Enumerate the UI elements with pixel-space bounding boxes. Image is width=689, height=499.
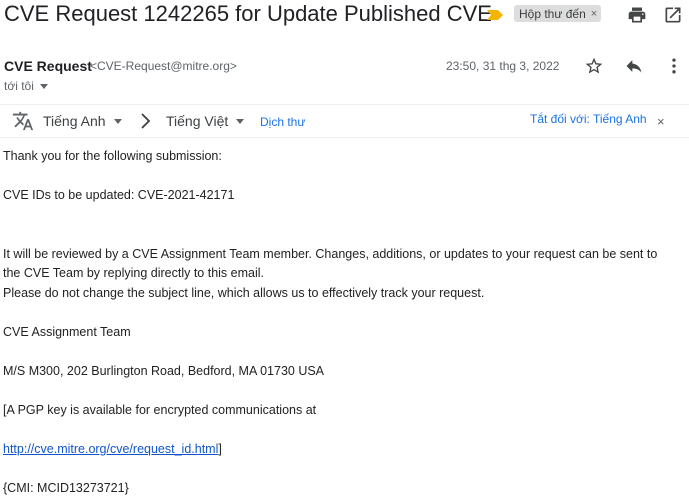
body-text-line: [A PGP key is available for encrypted co…: [3, 403, 317, 417]
remove-label-button[interactable]: ×: [591, 8, 597, 20]
divider: [0, 104, 689, 105]
recipient-details-toggle[interactable]: tới tôi: [4, 79, 48, 93]
close-translate-bar-button[interactable]: ×: [657, 114, 665, 129]
sender-name[interactable]: CVE Request: [4, 58, 92, 74]
importance-marker-icon[interactable]: [487, 10, 503, 20]
print-button[interactable]: [626, 4, 648, 26]
star-button[interactable]: [583, 55, 605, 77]
link-suffix: ]: [218, 442, 222, 456]
target-language-label: Tiếng Việt: [166, 113, 229, 129]
body-text-line: CVE Assignment Team: [3, 325, 131, 339]
body-text-line: CVE IDs to be updated: CVE-2021-42171: [3, 188, 235, 202]
more-options-button[interactable]: [663, 55, 685, 77]
open-in-new-window-icon: [665, 7, 681, 23]
pgp-key-link[interactable]: http://cve.mitre.org/cve/request_id.html: [3, 442, 218, 456]
chevron-right-icon: [141, 113, 151, 129]
chevron-down-icon: [236, 118, 245, 124]
body-text-line: M/S M300, 202 Burlington Road, Bedford, …: [3, 364, 325, 378]
email-date: 23:50, 31 thg 3, 2022: [446, 59, 560, 73]
email-subject: CVE Request 1242265 for Update Published…: [4, 1, 492, 26]
translate-message-link[interactable]: Dịch thư: [260, 115, 305, 129]
body-text-line: It will be reviewed by a CVE Assignment …: [3, 247, 658, 261]
body-text-line: {CMI: MCID13273721}: [3, 481, 129, 495]
print-icon: [628, 7, 646, 23]
translate-icon: [12, 111, 34, 131]
body-text-line: the CVE Team by replying directly to thi…: [3, 266, 264, 280]
recipient-label: tới tôi: [4, 79, 34, 93]
sender-email: <CVE-Request@mitre.org>: [90, 59, 237, 73]
body-text-line: Please do not change the subject line, w…: [3, 286, 485, 300]
inbox-label-text: Hộp thư đến: [519, 6, 586, 21]
body-text-line: Thank you for the following submission:: [3, 149, 222, 163]
open-in-new-window-button[interactable]: [662, 4, 684, 26]
chevron-down-icon: [39, 83, 48, 89]
source-language-label: Tiếng Anh: [43, 113, 106, 129]
divider: [0, 137, 689, 138]
target-language-select[interactable]: Tiếng Việt: [166, 113, 245, 129]
turn-off-translation-link[interactable]: Tắt đối với: Tiếng Anh: [530, 112, 647, 126]
star-icon: [585, 57, 603, 74]
reply-button[interactable]: [623, 55, 645, 77]
chevron-down-icon: [113, 118, 122, 124]
pgp-link-line: http://cve.mitre.org/cve/request_id.html…: [3, 442, 222, 456]
inbox-label-chip: Hộp thư đến ×: [514, 5, 602, 22]
reply-icon: [626, 60, 642, 73]
source-language-select[interactable]: Tiếng Anh: [43, 113, 122, 129]
more-vert-icon: [672, 58, 676, 74]
